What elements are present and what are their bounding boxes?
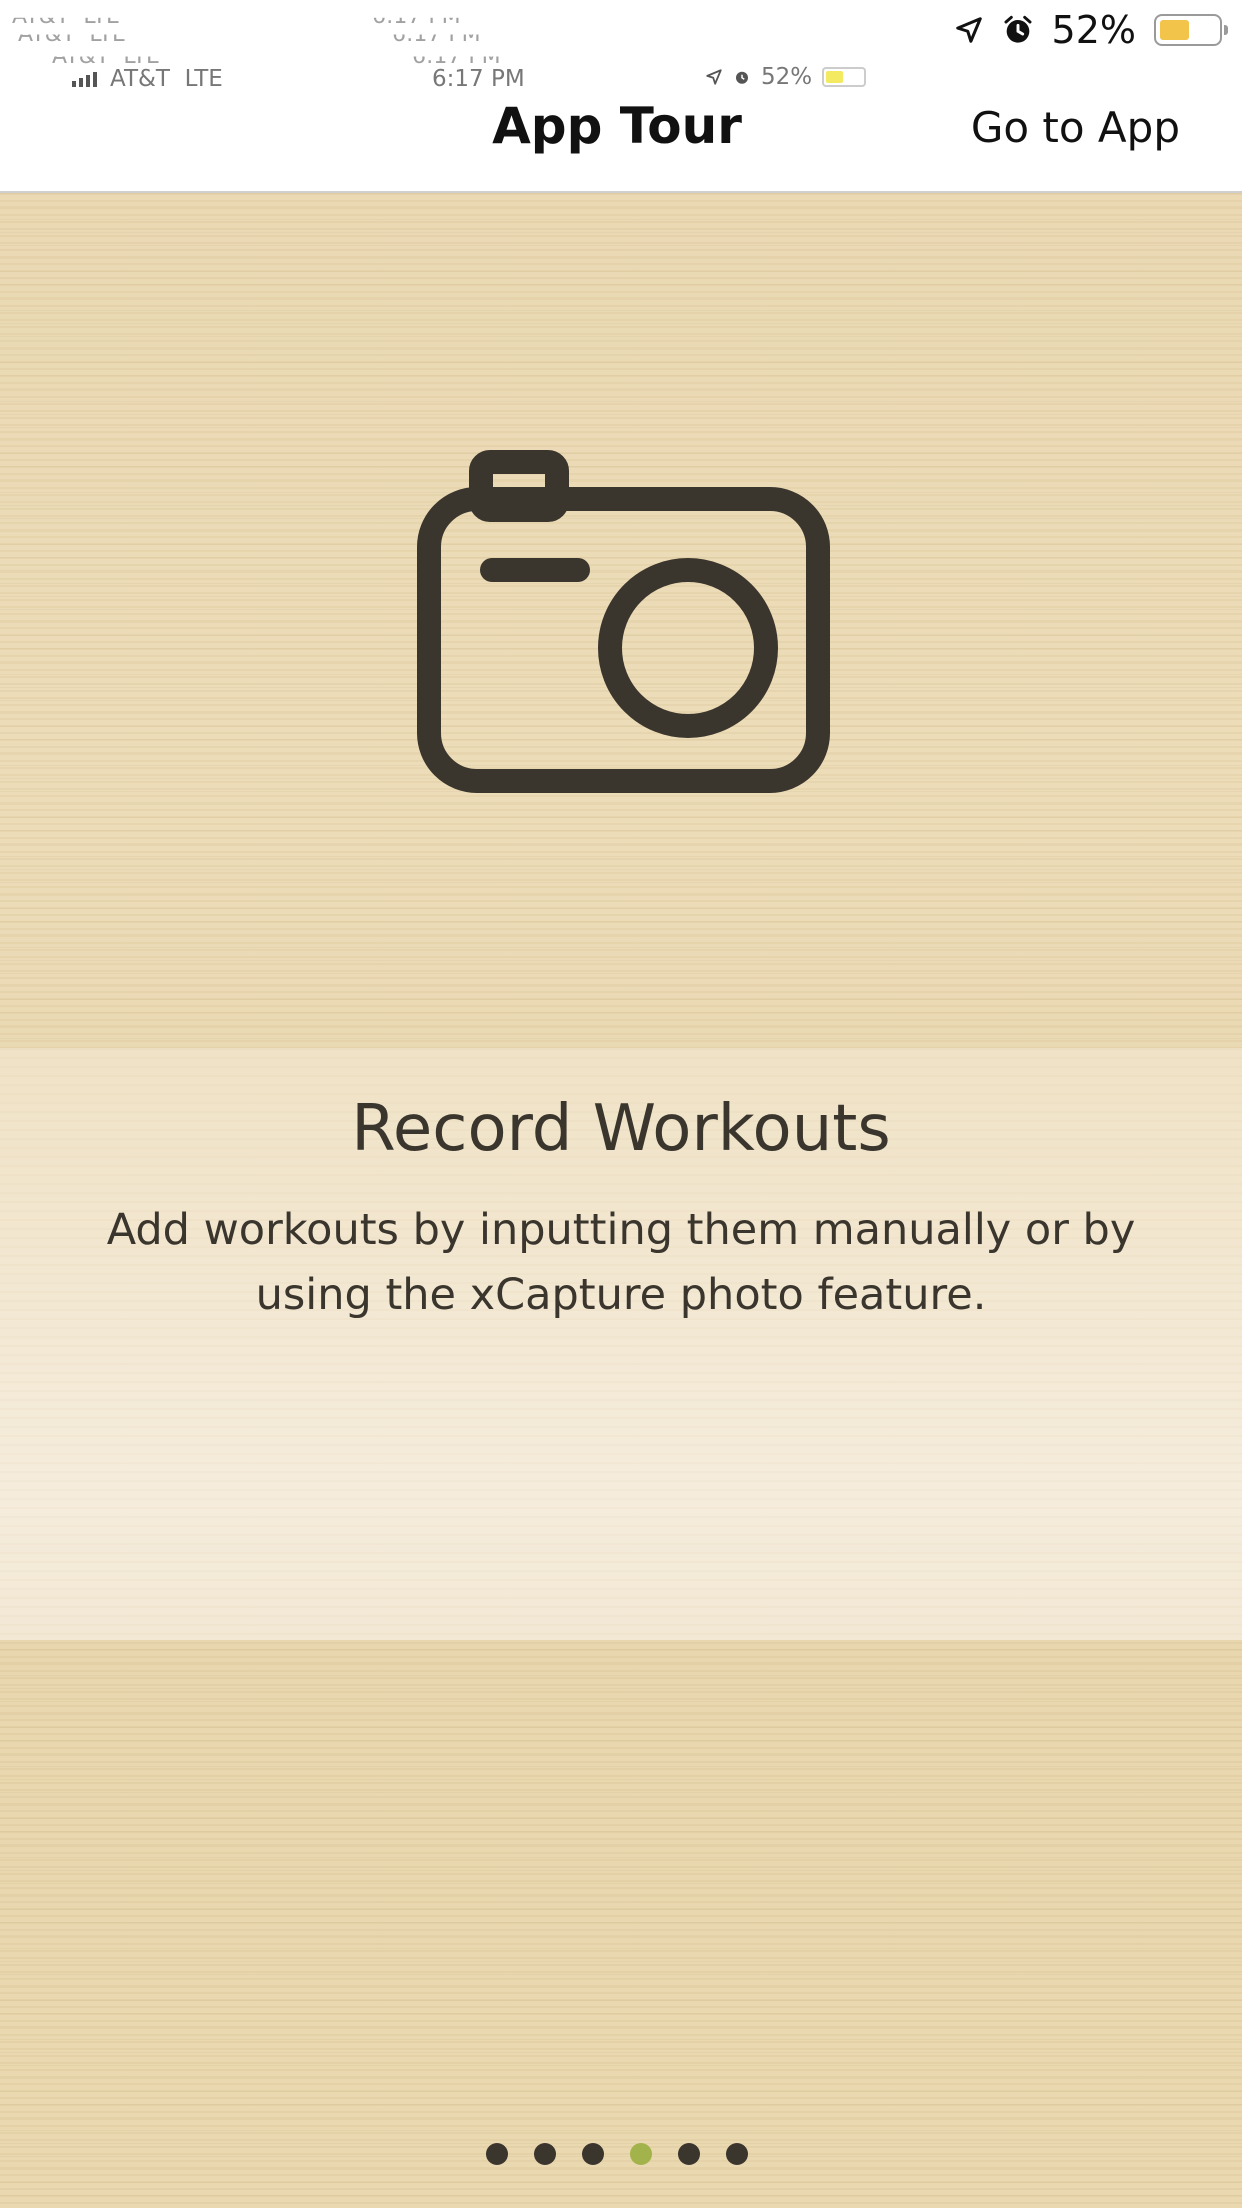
- status-right-small: 52%: [705, 64, 867, 90]
- page-dot-active[interactable]: [630, 2143, 652, 2165]
- page-dot[interactable]: [726, 2143, 748, 2165]
- time-label: 6:17 PM: [432, 66, 525, 92]
- battery-icon: [1154, 14, 1228, 46]
- page-dot[interactable]: [486, 2143, 508, 2165]
- tour-slide[interactable]: Record Workouts Add workouts by inputtin…: [0, 193, 1242, 2208]
- page-dot[interactable]: [534, 2143, 556, 2165]
- status-bar: AT&T LTE 6:17 PM AT&T LTE 6:17 PM AT&T L…: [0, 0, 1242, 100]
- slide-description: Add workouts by inputting them manually …: [106, 1205, 1136, 1320]
- status-bar-ghost: 6:17 PM: [372, 4, 461, 29]
- alarm-clock-icon: [736, 71, 748, 84]
- status-bar-small-row: AT&T LTE 6:17 PM 52%: [0, 62, 1242, 98]
- location-arrow-icon: [955, 17, 982, 43]
- battery-percent: 52%: [1051, 8, 1136, 52]
- slide-title: Record Workouts: [351, 1092, 891, 1166]
- battery-percent-small: 52%: [761, 64, 813, 90]
- camera-icon-graphic: [417, 450, 830, 793]
- camera-icon: [417, 448, 830, 793]
- alarm-clock-icon: [1004, 15, 1031, 43]
- app-tour-screen: AT&T LTE 6:17 PM AT&T LTE 6:17 PM AT&T L…: [0, 0, 1242, 2208]
- page-dot[interactable]: [678, 2143, 700, 2165]
- page-dot[interactable]: [582, 2143, 604, 2165]
- status-right: 52%: [954, 8, 1228, 52]
- page-indicator[interactable]: [0, 2143, 1238, 2165]
- carrier-label: AT&T LTE: [110, 66, 223, 92]
- location-arrow-icon: [706, 69, 722, 85]
- go-to-app-button[interactable]: Go to App: [971, 95, 1180, 161]
- navigation-bar: App Tour Go to App: [0, 95, 1242, 193]
- slide-text-panel: Record Workouts Add workouts by inputtin…: [0, 1048, 1242, 1640]
- battery-icon: [822, 67, 867, 87]
- signal-bars-icon: [72, 72, 97, 87]
- status-bar-ghost: AT&T LTE: [12, 4, 120, 29]
